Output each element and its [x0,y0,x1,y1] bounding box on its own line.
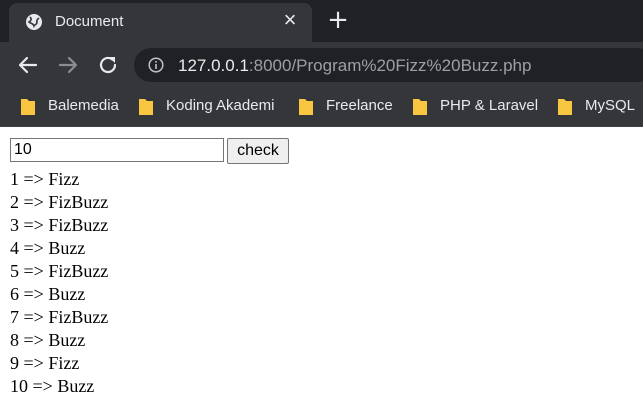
page-content: check 1 => Fizz 2 => FizBuzz 3 => FizBuz… [0,127,643,413]
new-tab-icon[interactable]: + [326,7,350,33]
close-tab-icon[interactable]: × [281,9,299,31]
url-host: 127.0.0.1 [178,56,249,75]
result-item: 1 => Fizz [10,169,80,189]
result-item: 3 => FizBuzz [10,215,109,235]
address-bar[interactable]: 127.0.0.1:8000/Program%20Fizz%20Buzz.php [134,48,643,82]
reload-icon[interactable] [96,53,120,77]
tab-document[interactable]: Document × [9,3,312,42]
number-input[interactable] [10,138,224,162]
bookmark-label: Balemedia [48,97,119,114]
bookmark-label: Freelance [326,97,393,114]
site-info-icon[interactable] [148,57,164,73]
bookmark-label: MySQL [585,97,636,114]
url-path: :8000/Program%20Fizz%20Buzz.php [248,56,532,75]
folder-icon [557,97,573,117]
tab-strip: Document × + [0,0,643,42]
result-item: 7 => FizBuzz [10,307,109,327]
bookmarks-bar: Balemedia Koding Akademi Freelance PHP &… [0,88,643,127]
results-list: 1 => Fizz 2 => FizBuzz 3 => FizBuzz 4 =>… [10,168,108,398]
globe-icon [25,13,43,31]
bookmark-label: Koding Akademi [166,97,275,114]
result-item: 9 => Fizz [10,353,80,373]
folder-icon [138,97,154,117]
folder-icon [20,97,36,117]
result-item: 8 => Buzz [10,330,86,350]
forward-arrow-icon[interactable] [56,53,80,77]
folder-icon [298,97,314,117]
result-item: 2 => FizBuzz [10,192,109,212]
browser-toolbar: 127.0.0.1:8000/Program%20Fizz%20Buzz.php [0,42,643,88]
back-arrow-icon[interactable] [16,53,40,77]
result-item: 6 => Buzz [10,284,86,304]
url-text: 127.0.0.1:8000/Program%20Fizz%20Buzz.php [178,56,531,76]
tab-title: Document [55,13,124,30]
check-button[interactable]: check [227,138,289,164]
result-item: 10 => Buzz [10,376,95,396]
result-item: 4 => Buzz [10,238,86,258]
result-item: 5 => FizBuzz [10,261,109,281]
bookmark-label: PHP & Laravel [440,97,539,114]
folder-icon [412,97,428,117]
